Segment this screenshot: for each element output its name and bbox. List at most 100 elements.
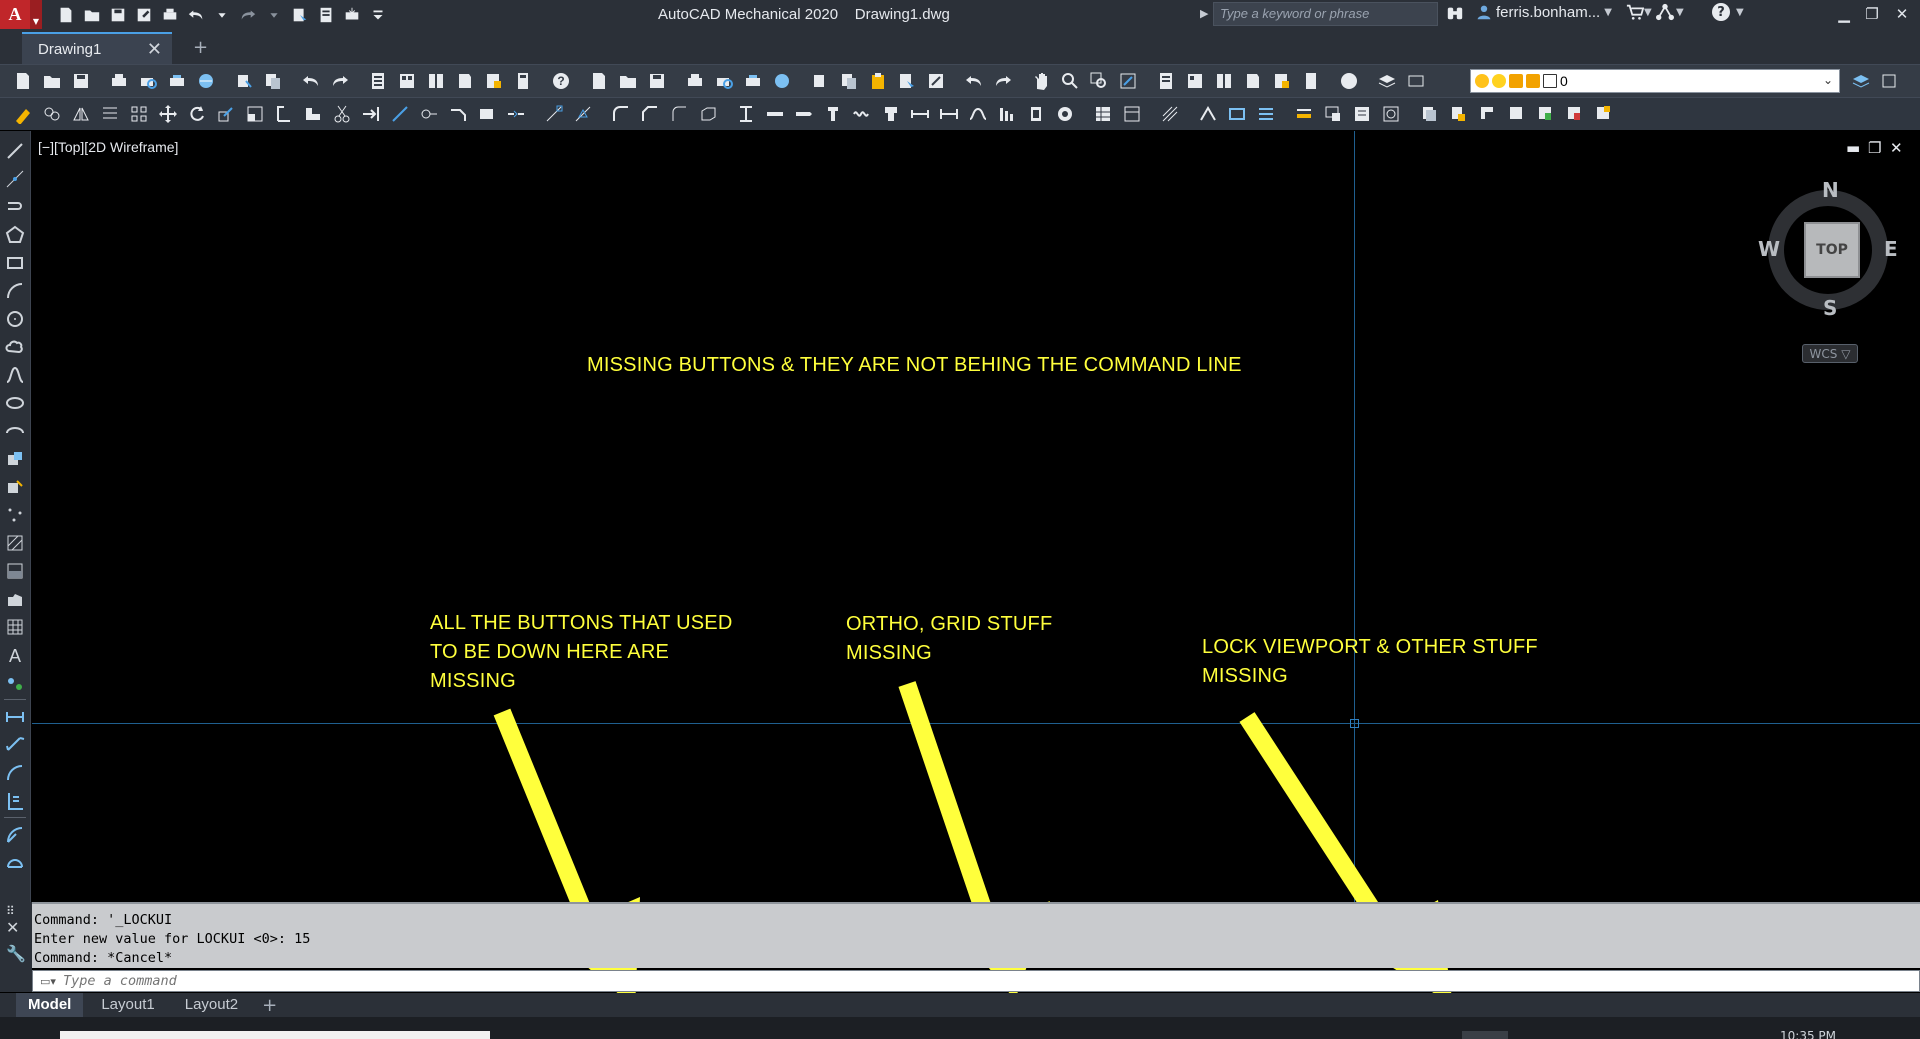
minimize-button[interactable]: ▁ [1830,3,1858,25]
aligned-dimension-icon[interactable] [3,733,27,757]
compass-north[interactable]: N [1822,178,1839,202]
open-icon[interactable] [39,68,65,94]
redo-dropdown-icon[interactable] [264,5,284,25]
snap-endpoint-icon[interactable] [541,101,567,127]
power-dimension-icon[interactable] [907,101,933,127]
taskbar-search-box[interactable] [60,1031,490,1039]
copy-icon[interactable] [260,68,286,94]
circle-symbol-icon[interactable] [1052,101,1078,127]
parts-list-icon[interactable] [1349,101,1375,127]
compass-west[interactable]: W [1758,237,1780,261]
new-icon[interactable] [10,68,36,94]
connect-icon[interactable]: ▼ [1656,3,1684,21]
bearing-icon[interactable] [1023,101,1049,127]
construction-line-icon[interactable] [3,167,27,191]
properties-icon[interactable] [365,68,391,94]
viewport-controls-label[interactable]: [−][Top][2D Wireframe] [38,139,178,155]
plot-preview-icon[interactable] [135,68,161,94]
add-layout-button[interactable]: + [262,995,277,1016]
arc-icon[interactable] [3,279,27,303]
publish-icon[interactable] [740,68,766,94]
gradient-icon[interactable] [3,559,27,583]
trim-icon[interactable] [329,101,355,127]
radius-dimension-icon[interactable] [3,823,27,847]
arc-fillet-icon[interactable] [608,101,634,127]
sheet-set-icon[interactable] [1240,68,1266,94]
binoculars-icon[interactable] [1446,3,1464,23]
application-menu-button[interactable]: A [0,0,30,29]
zoom-magnify-icon[interactable] [1378,101,1404,127]
fillet-2d-icon[interactable] [666,101,692,127]
layer-off-icon[interactable] [1474,101,1500,127]
redo-icon[interactable] [327,68,353,94]
undo-icon[interactable] [961,68,987,94]
bom-icon[interactable] [1119,101,1145,127]
chamfer-icon[interactable] [445,101,471,127]
lengthen-icon[interactable] [271,101,297,127]
spring-icon[interactable] [849,101,875,127]
print-icon[interactable] [342,5,362,25]
calculator-icon[interactable] [1298,68,1324,94]
user-account[interactable]: ferris.bonham... ▼ [1476,3,1612,21]
screw-icon[interactable] [791,101,817,127]
open-icon[interactable] [615,68,641,94]
linear-dim-icon[interactable] [936,101,962,127]
mirror-icon[interactable] [68,101,94,127]
block-icon[interactable] [300,101,326,127]
design-center-icon[interactable] [1182,68,1208,94]
polygon-icon[interactable] [3,223,27,247]
tab-layout1[interactable]: Layout1 [89,993,166,1017]
hole-icon[interactable] [878,101,904,127]
paste-icon[interactable] [865,68,891,94]
taskbar-app-chip[interactable] [1462,1031,1508,1039]
3d-box-icon[interactable] [695,101,721,127]
copy-icon[interactable] [836,68,862,94]
insert-block-icon[interactable] [3,447,27,471]
leader-icon[interactable] [1291,101,1317,127]
restore-button[interactable]: ❐ [1858,3,1886,25]
markup-icon[interactable] [1269,68,1295,94]
revision-cloud-icon[interactable] [3,335,27,359]
3d-dwf-icon[interactable] [193,68,219,94]
stretch-icon[interactable] [242,101,268,127]
layer-isolate-icon[interactable] [1590,101,1616,127]
viewport-restore-icon[interactable]: ❐ [1868,139,1881,157]
diameter-dimension-icon[interactable] [3,851,27,875]
plot-preview-icon[interactable] [711,68,737,94]
explode-icon[interactable] [474,101,500,127]
circle-icon[interactable] [3,307,27,331]
layer-dropdown[interactable]: 0 ⌄ [1470,69,1840,93]
spline-icon[interactable] [3,363,27,387]
undo-icon[interactable] [298,68,324,94]
pan-icon[interactable] [1028,68,1054,94]
plot-icon[interactable] [682,68,708,94]
bar-chart-icon[interactable] [994,101,1020,127]
bolt-icon[interactable] [820,101,846,127]
save-icon[interactable] [108,5,128,25]
tab-layout2[interactable]: Layout2 [173,993,250,1017]
save-icon[interactable] [644,68,670,94]
command-input[interactable] [63,971,1919,991]
3d-dwf-icon[interactable] [769,68,795,94]
surface-texture-icon[interactable] [1195,101,1221,127]
close-button[interactable]: ✕ [1888,3,1916,25]
viewcube-top-face[interactable]: TOP [1804,222,1860,278]
layer-properties-icon[interactable] [1374,68,1400,94]
arc-length-icon[interactable] [3,761,27,785]
cut-icon[interactable] [231,68,257,94]
tool-palettes-icon[interactable] [1211,68,1237,94]
new-file-icon[interactable] [56,5,76,25]
help-button[interactable]: ? ▼ [1712,3,1744,21]
command-close-icon[interactable]: ✕ [6,918,19,937]
publish-icon[interactable] [164,68,190,94]
make-current-layer-icon[interactable] [1848,68,1874,94]
design-center-icon[interactable] [394,68,420,94]
zoom-window-icon[interactable] [1086,68,1112,94]
grip-icon[interactable]: ⠿ [6,904,15,918]
match-properties-icon[interactable] [290,5,310,25]
customize-toolbar-icon[interactable] [368,5,388,25]
ellipse-icon[interactable] [3,391,27,415]
calculator-icon[interactable] [510,68,536,94]
point-icon[interactable] [3,503,27,527]
publish-icon[interactable] [316,5,336,25]
